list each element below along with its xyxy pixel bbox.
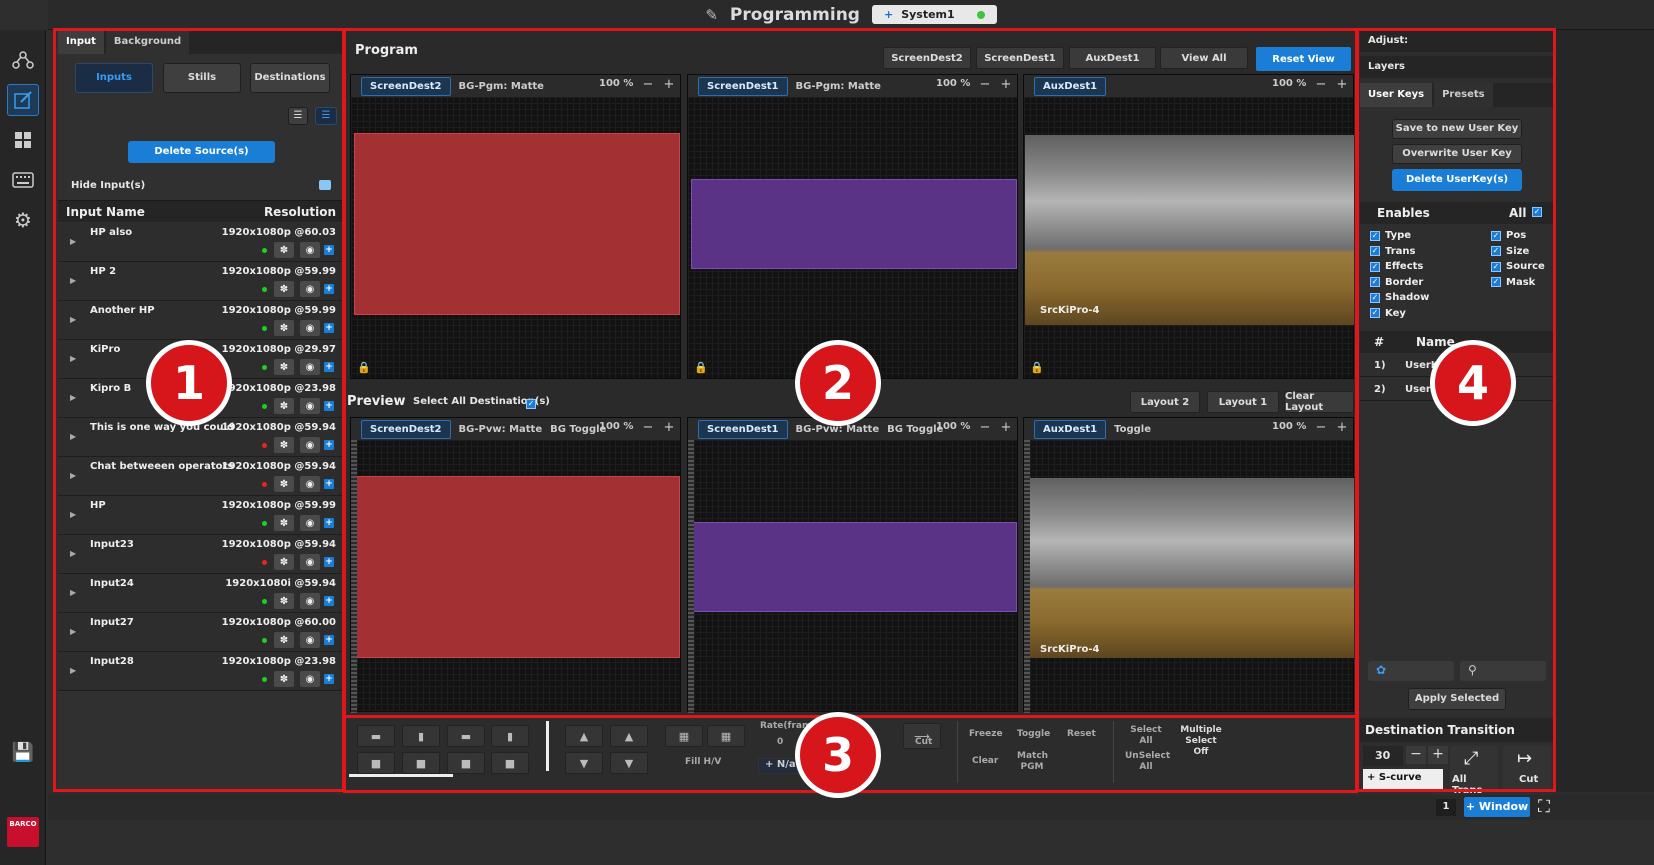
layout-icon[interactable] [7,124,39,156]
status-dot [976,10,985,19]
system-selector[interactable]: + System1 [871,5,997,24]
footer-bar: 1 + Window ⛶ [48,795,1654,820]
window-count: 1 [1436,799,1456,816]
add-window-button[interactable]: + Window [1464,797,1530,817]
settings-icon[interactable]: ⚙ [7,204,39,236]
title-bar: ✎ Programming + System1 [48,0,1654,30]
keyboard-icon[interactable] [7,164,39,196]
badge-1: 1 [146,340,232,426]
badge-2: 2 [795,340,881,426]
routing-icon[interactable] [7,44,39,76]
plus-icon: + [883,8,894,21]
left-nav: ⚙ 💾 BARCO [0,30,46,865]
system-label: System1 [901,8,955,21]
badge-4: 4 [1430,340,1516,426]
right-strip [1556,30,1654,792]
edit-icon: ✎ [705,5,718,24]
page-title: Programming [729,4,860,25]
badge-3: 3 [795,712,881,798]
programming-icon[interactable] [7,84,39,116]
barco-logo: BARCO [7,817,39,847]
fullscreen-icon[interactable]: ⛶ [1538,797,1550,817]
save-icon[interactable]: 💾 [7,736,39,768]
